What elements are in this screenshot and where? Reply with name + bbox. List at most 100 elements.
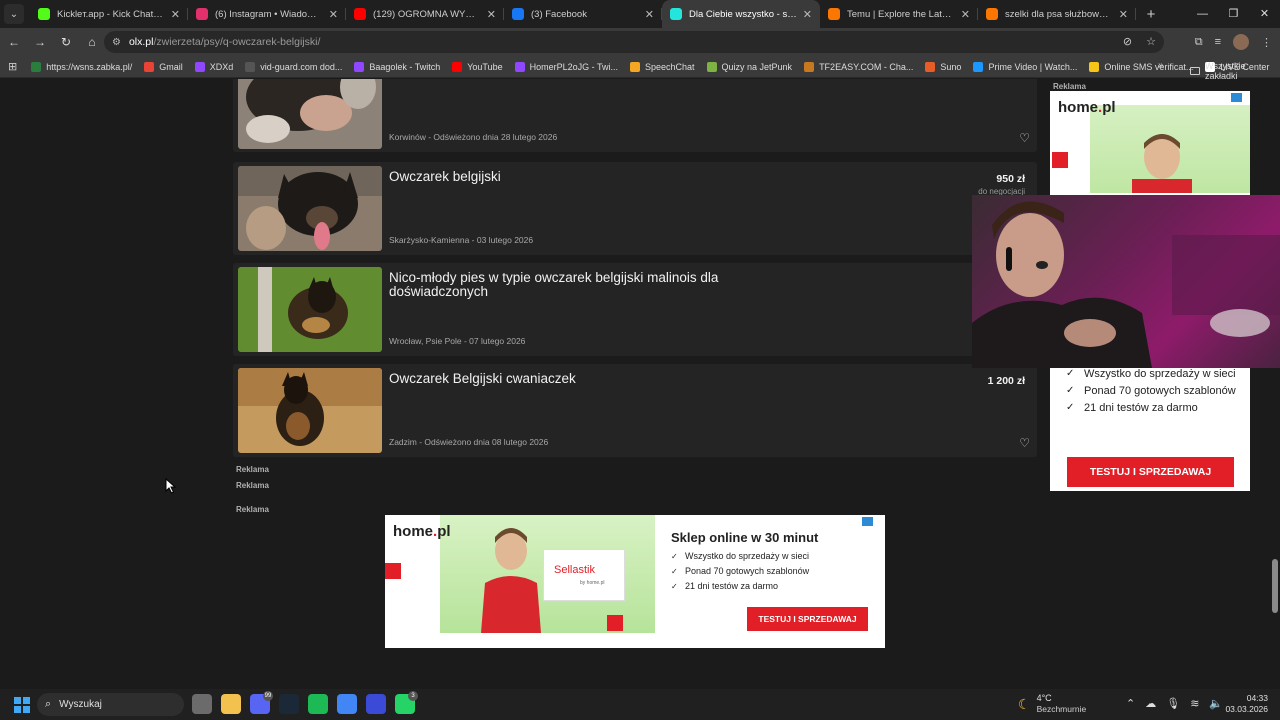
notification-badge: 99 (263, 691, 273, 701)
listing-card[interactable]: Owczarek belgijski 950 zł do negocjacji … (233, 162, 1037, 255)
banner-feature: Wszystko do sprzedaży w sieci (671, 551, 809, 562)
task-view-app-icon[interactable] (192, 694, 212, 714)
bookmark-item[interactable]: Baagolek - Twitch (354, 61, 441, 72)
listing-title[interactable]: Nico-młody pies w typie owczarek belgijs… (389, 271, 749, 299)
bookmark-item[interactable]: Quizy na JetPunk (706, 61, 792, 72)
browser-tab[interactable]: (129) OGROMNA WYRZUTNIA ✕ (346, 0, 504, 28)
ad-cta-button[interactable]: TESTUJ I SPRZEDAWAJ (1067, 457, 1234, 487)
profile-avatar[interactable] (1233, 34, 1249, 50)
bookmark-favicon-icon (706, 61, 717, 72)
file-explorer-app-icon[interactable] (221, 694, 241, 714)
mouse-cursor-icon (165, 478, 177, 494)
bookmark-item[interactable]: Online SMS verificat... (1089, 61, 1193, 72)
eye-off-icon[interactable]: ⊘ (1123, 35, 1132, 48)
listing-title[interactable]: Owczarek Belgijski cwaniaczek (389, 372, 749, 386)
back-button[interactable]: ← (2, 35, 26, 49)
bookmark-item[interactable]: SpeechChat (629, 61, 695, 72)
bookmark-favicon-icon (629, 61, 640, 72)
listing-photo[interactable] (238, 79, 382, 149)
reload-button[interactable]: ↻ (54, 35, 78, 49)
bookmark-item[interactable]: Suno (925, 61, 961, 72)
whatsapp-app-icon[interactable]: 3 (395, 691, 418, 714)
tab-close-icon[interactable]: ✕ (329, 8, 338, 21)
browser-tab[interactable]: Temu | Explore the Latest Cloth ✕ (820, 0, 978, 28)
taskbar-clock[interactable]: 04:33 03.03.2026 (1225, 693, 1268, 715)
listing-card[interactable]: Nico-młody pies w typie owczarek belgijs… (233, 263, 1037, 356)
page-scrollbar[interactable] (1272, 559, 1278, 613)
listing-photo[interactable] (238, 166, 382, 251)
bookmark-item[interactable]: XDXd (194, 61, 233, 72)
tab-search-button[interactable]: ⌄ (4, 4, 24, 24)
ad-label: Reklama (1053, 82, 1086, 91)
media-control-icon[interactable]: ≡ (1215, 36, 1221, 48)
volume-icon[interactable]: 🔈 (1209, 697, 1223, 710)
cloud-icon[interactable]: ☁ (1145, 697, 1156, 710)
app-blue-app-icon[interactable] (366, 694, 386, 714)
bookmark-item[interactable]: YouTube (452, 61, 503, 72)
all-bookmarks-folder[interactable]: Wszystkie zakładki (1190, 61, 1280, 81)
bookmark-favicon-icon (1089, 61, 1100, 72)
windows-start-icon[interactable] (14, 696, 30, 713)
site-info-icon[interactable]: ⚙ (112, 37, 121, 48)
close-window-button[interactable]: ✕ (1249, 0, 1280, 28)
weather-widget[interactable]: ☾ 4°C Bezchmurnie (1018, 693, 1086, 715)
extensions-icon[interactable]: ⧉ (1195, 36, 1203, 49)
tab-close-icon[interactable]: ✕ (645, 8, 654, 21)
listing-location: Zadzim - Odświeżono dnia 08 lutego 2026 (389, 437, 549, 447)
bottom-ad-banner[interactable]: Sellastik by home.pl home.pl Sklep onlin… (385, 515, 885, 648)
tab-close-icon[interactable]: ✕ (487, 8, 496, 21)
browser-tab[interactable]: szelki dla psa służbowego odb ✕ (978, 0, 1136, 28)
spotify-app-icon[interactable] (308, 694, 328, 714)
listing-card[interactable]: Korwinów - Odświeżono dnia 28 lutego 202… (233, 79, 1037, 152)
listing-photo[interactable] (238, 368, 382, 453)
forward-button[interactable]: → (28, 35, 52, 49)
bookmarks-list: https://wsns.zabka.pl/Gmail XDXd vid-guard… (31, 61, 1280, 72)
heart-icon[interactable]: ♡ (1019, 131, 1030, 145)
bookmark-label: HomerPL2oJG - Twi... (529, 61, 618, 72)
steam-app-icon[interactable] (279, 694, 299, 714)
tab-close-icon[interactable]: ✕ (961, 8, 970, 21)
maximize-button[interactable]: ❐ (1218, 0, 1249, 28)
bookmark-item[interactable]: TF2EASY.COM - Cha... (804, 61, 913, 72)
bookmarks-more-icon[interactable]: » (1158, 60, 1164, 71)
listing-card[interactable]: Owczarek Belgijski cwaniaczek 1 200 zł Z… (233, 364, 1037, 457)
address-bar[interactable]: ⚙ olx.pl/zwierzeta/psy/q-owczarek-belgij… (104, 31, 1164, 53)
tab-favicon-icon (196, 8, 208, 20)
sellastik-sub: by home.pl (580, 580, 605, 586)
browser-tab[interactable]: Dla Ciebie wszystko - sprawdź ✕ (662, 0, 820, 28)
bookmark-label: Baagolek - Twitch (369, 61, 441, 72)
bookmark-star-icon[interactable]: ☆ (1146, 35, 1156, 48)
bookmark-item[interactable]: vid-guard.com dod... (245, 61, 342, 72)
apps-grid-icon[interactable]: ⊞ (8, 60, 17, 73)
listing-title[interactable]: Owczarek belgijski (389, 170, 749, 184)
tab-close-icon[interactable]: ✕ (803, 8, 812, 21)
home-button[interactable]: ⌂ (80, 35, 104, 49)
listing-photo[interactable] (238, 267, 382, 352)
bookmark-item[interactable]: Prime Video | Watch... (973, 61, 1078, 72)
heart-icon[interactable]: ♡ (1019, 436, 1030, 450)
bookmark-favicon-icon (804, 61, 815, 72)
ad-choices-icon[interactable] (1231, 93, 1242, 102)
new-tab-button[interactable]: + (1140, 6, 1162, 23)
ad-choices-icon[interactable] (862, 517, 873, 526)
bookmark-label: Prime Video | Watch... (988, 61, 1078, 72)
browser-tab[interactable]: (6) Instagram • Wiadomości ✕ (188, 0, 346, 28)
bookmark-item[interactable]: HomerPL2oJG - Twi... (514, 61, 618, 72)
discord-app-icon[interactable]: 99 (250, 691, 273, 714)
tab-close-icon[interactable]: ✕ (1119, 8, 1128, 21)
url-host: olx.pl (128, 36, 154, 48)
menu-kebab-icon[interactable]: ⋮ (1261, 36, 1272, 49)
microphone-icon[interactable]: 🎙 (1166, 697, 1180, 710)
bookmark-item[interactable]: Gmail (144, 61, 183, 72)
tab-close-icon[interactable]: ✕ (171, 8, 180, 21)
browser-tab[interactable]: Kickleт.app - Kick Chatbot and ✕ (30, 0, 188, 28)
sellastik-brand: Sellastik (554, 564, 595, 576)
wifi-icon[interactable]: ≋ (1190, 697, 1199, 710)
banner-cta-button[interactable]: TESTUJ I SPRZEDAWAJ (747, 607, 868, 631)
minimize-button[interactable]: — (1187, 0, 1218, 28)
tray-chevron-icon[interactable]: ⌃ (1126, 697, 1135, 710)
chrome-app-icon[interactable] (337, 694, 357, 714)
taskbar-search[interactable]: ⌕ Wyszukaj (37, 693, 184, 716)
browser-tab[interactable]: (3) Facebook ✕ (504, 0, 662, 28)
bookmark-item[interactable]: https://wsns.zabka.pl/ (31, 61, 132, 72)
